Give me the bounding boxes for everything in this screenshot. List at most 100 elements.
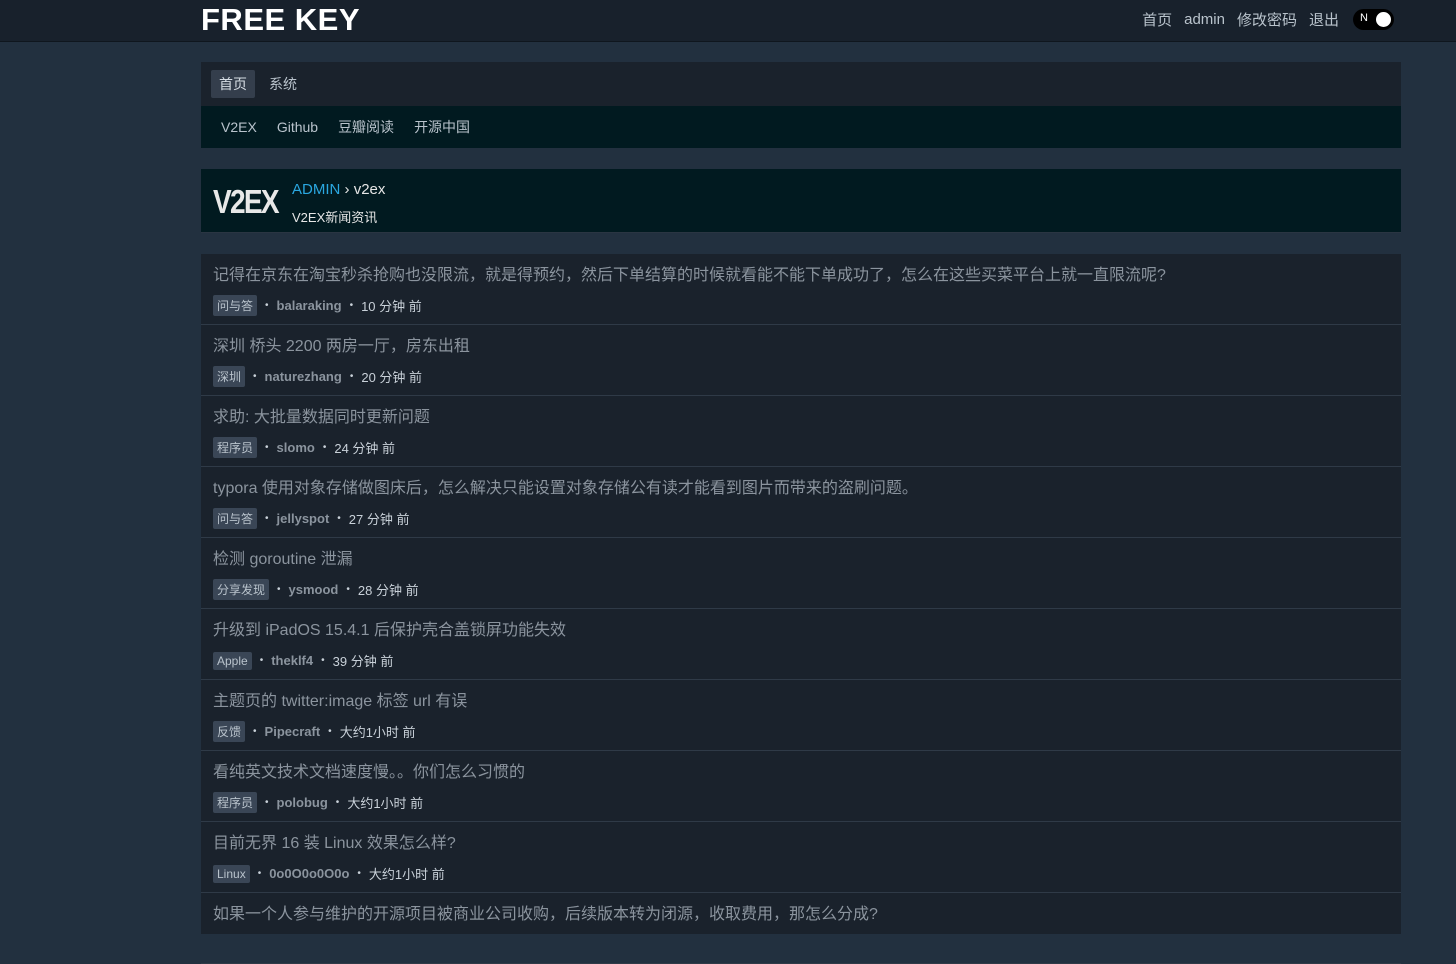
breadcrumb-admin-link[interactable]: ADMIN [292, 181, 340, 198]
list-item: 记得在京东在淘宝秒杀抢购也没限流，就是得预约，然后下单结算的时候就看能不能下单成… [201, 254, 1401, 325]
tab-bar: 首页 系统 [201, 62, 1401, 106]
list-item: 检测 goroutine 泄漏 分享发现 • ysmood • 28 分钟 前 [201, 538, 1401, 609]
topic-title-link[interactable]: 记得在京东在淘宝秒杀抢购也没限流，就是得预约，然后下单结算的时候就看能不能下单成… [213, 266, 1389, 286]
nav-home-link[interactable]: 首页 [1142, 9, 1172, 30]
topic-meta: 程序员 • slomo • 24 分钟 前 [213, 437, 1389, 458]
list-item: 升级到 iPadOS 15.4.1 后保护壳合盖锁屏功能失效 Apple • t… [201, 609, 1401, 680]
meta-separator-icon: • [265, 797, 269, 808]
nav-panel: 首页 系统 V2EX Github 豆瓣阅读 开源中国 [201, 62, 1401, 148]
topic-tag[interactable]: Linux [213, 864, 250, 883]
meta-separator-icon: • [337, 513, 341, 524]
meta-separator-icon: • [349, 371, 354, 382]
topic-time: 大约1小时 前 [368, 867, 445, 882]
topic-author[interactable]: Pipecraft [265, 724, 321, 739]
list-item: 如果一个人参与维护的开源项目被商业公司收购，后续版本转为闭源，收取费用，那怎么分… [201, 893, 1401, 964]
source-link-github[interactable]: Github [277, 119, 318, 135]
topic-tag[interactable]: 分享发现 [213, 579, 270, 600]
source-link-douban[interactable]: 豆瓣阅读 [338, 117, 394, 137]
topic-tag[interactable]: 问与答 [213, 508, 258, 529]
theme-toggle[interactable]: N [1353, 9, 1394, 30]
theme-toggle-label: N [1360, 12, 1368, 24]
topic-meta: Apple • theklf4 • 39 分钟 前 [213, 650, 1389, 671]
topic-time: 27 分钟 前 [348, 512, 410, 527]
list-item: 目前无界 16 装 Linux 效果怎么样? Linux • 0o0O0o0O0… [201, 822, 1401, 893]
topic-tag[interactable]: 程序员 [213, 437, 258, 458]
meta-separator-icon: • [335, 797, 340, 808]
tab-system[interactable]: 系统 [261, 70, 305, 98]
tab-home[interactable]: 首页 [211, 70, 255, 98]
topic-author[interactable]: 0o0O0o0O0o [269, 866, 349, 881]
nav-change-password-link[interactable]: 修改密码 [1237, 9, 1297, 30]
topic-time: 20 分钟 前 [361, 370, 423, 385]
brand-logo[interactable]: FREE KEY [201, 2, 360, 38]
meta-separator-icon: • [253, 726, 257, 737]
breadcrumb: ADMIN › v2ex [292, 181, 385, 198]
list-item: typora 使用对象存储做图床后，怎么解决只能设置对象存储公有读才能看到图片而… [201, 467, 1401, 538]
topic-title-link[interactable]: 主题页的 twitter:image 标签 url 有误 [213, 692, 1389, 712]
meta-separator-icon: • [328, 726, 332, 737]
topic-meta: 程序员 • polobug • 大约1小时 前 [213, 792, 1389, 813]
topic-author[interactable]: polobug [277, 795, 328, 810]
topic-meta: 问与答 • jellyspot • 27 分钟 前 [213, 508, 1389, 529]
nav-logout-link[interactable]: 退出 [1309, 9, 1339, 30]
v2ex-logo: V2EX [213, 183, 280, 220]
list-item: 主题页的 twitter:image 标签 url 有误 反馈 • Pipecr… [201, 680, 1401, 751]
top-nav: 首页 admin 修改密码 退出 N [1142, 9, 1394, 30]
topic-tag[interactable]: 问与答 [213, 295, 258, 316]
meta-separator-icon: • [257, 868, 262, 879]
topic-meta: 深圳 • naturezhang • 20 分钟 前 [213, 366, 1389, 387]
breadcrumb-separator: › [340, 181, 354, 198]
topic-title-link[interactable]: 如果一个人参与维护的开源项目被商业公司收购，后续版本转为闭源，收取费用，那怎么分… [213, 905, 1389, 925]
meta-separator-icon: • [357, 868, 361, 879]
topic-author[interactable]: jellyspot [277, 511, 330, 526]
list-item: 求助: 大批量数据同时更新问题 程序员 • slomo • 24 分钟 前 [201, 396, 1401, 467]
topic-title-link[interactable]: 目前无界 16 装 Linux 效果怎么样? [213, 834, 1389, 854]
topic-time: 28 分钟 前 [357, 583, 419, 598]
meta-separator-icon: • [265, 513, 269, 524]
topic-tag[interactable]: Apple [213, 651, 252, 670]
topic-meta: 问与答 • balaraking • 10 分钟 前 [213, 295, 1389, 316]
topic-author[interactable]: naturezhang [265, 369, 342, 384]
source-description: V2EX新闻资讯 [292, 210, 378, 225]
topic-title-link[interactable]: 检测 goroutine 泄漏 [213, 550, 1389, 570]
topic-author[interactable]: theklf4 [271, 653, 313, 668]
topic-meta: 反馈 • Pipecraft • 大约1小时 前 [213, 721, 1389, 742]
topic-list: 记得在京东在淘宝秒杀抢购也没限流，就是得预约，然后下单结算的时候就看能不能下单成… [201, 254, 1401, 964]
meta-separator-icon: • [346, 584, 350, 595]
topic-time: 大约1小时 前 [347, 796, 424, 811]
topic-author[interactable]: ysmood [289, 582, 339, 597]
meta-separator-icon: • [259, 655, 264, 666]
topic-title-link[interactable]: typora 使用对象存储做图床后，怎么解决只能设置对象存储公有读才能看到图片而… [213, 479, 1389, 499]
meta-separator-icon: • [265, 300, 269, 311]
topic-tag[interactable]: 深圳 [213, 366, 246, 387]
meta-separator-icon: • [253, 371, 257, 382]
topic-meta: 分享发现 • ysmood • 28 分钟 前 [213, 579, 1389, 600]
meta-separator-icon: • [322, 442, 327, 453]
nav-user-link[interactable]: admin [1184, 11, 1225, 28]
topic-title-link[interactable]: 升级到 iPadOS 15.4.1 后保护壳合盖锁屏功能失效 [213, 621, 1389, 641]
topic-title-link[interactable]: 看纯英文技术文档速度慢。。你们怎么习惯的 [213, 763, 1389, 783]
source-links: V2EX Github 豆瓣阅读 开源中国 [201, 106, 1401, 148]
top-bar: FREE KEY 首页 admin 修改密码 退出 N [0, 0, 1456, 42]
topic-meta: Linux • 0o0O0o0O0o • 大约1小时 前 [213, 863, 1389, 884]
meta-separator-icon: • [349, 300, 354, 311]
meta-separator-icon: • [321, 655, 325, 666]
topic-author[interactable]: balaraking [277, 298, 342, 313]
topic-time: 10 分钟 前 [361, 299, 422, 314]
topic-title-link[interactable]: 深圳 桥头 2200 两房一厅，房东出租 [213, 337, 1389, 357]
topic-author[interactable]: slomo [277, 440, 315, 455]
topic-time: 大约1小时 前 [339, 725, 416, 740]
topic-tag[interactable]: 反馈 [213, 721, 246, 742]
source-header: V2EX ADMIN › v2ex V2EX新闻资讯 [201, 169, 1401, 233]
source-link-v2ex[interactable]: V2EX [221, 119, 257, 135]
source-link-oschina[interactable]: 开源中国 [414, 117, 470, 137]
meta-separator-icon: • [265, 442, 269, 453]
topic-title-link[interactable]: 求助: 大批量数据同时更新问题 [213, 408, 1389, 428]
toggle-knob-icon [1376, 12, 1391, 27]
topic-time: 24 分钟 前 [334, 441, 396, 456]
breadcrumb-current: v2ex [353, 181, 386, 198]
list-item: 深圳 桥头 2200 两房一厅，房东出租 深圳 • naturezhang • … [201, 325, 1401, 396]
topic-tag[interactable]: 程序员 [213, 792, 258, 813]
list-item: 看纯英文技术文档速度慢。。你们怎么习惯的 程序员 • polobug • 大约1… [201, 751, 1401, 822]
topic-time: 39 分钟 前 [332, 654, 394, 669]
